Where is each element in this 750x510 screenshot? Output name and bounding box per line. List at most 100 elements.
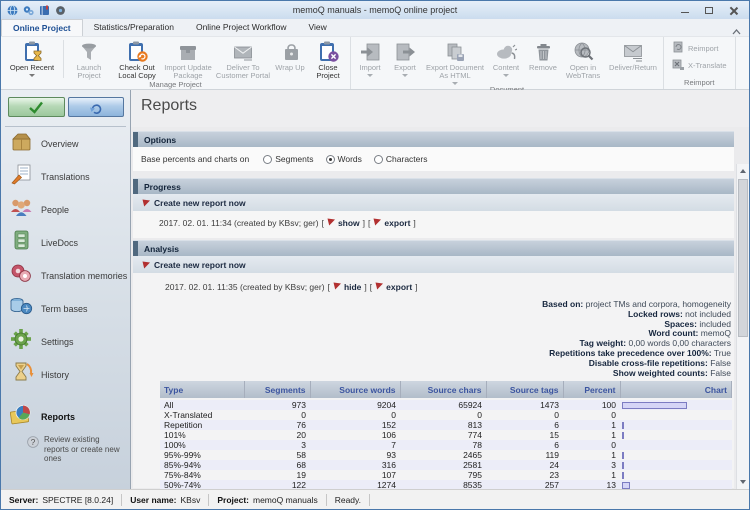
sidebar-item-translations[interactable]: Translations [1, 160, 130, 193]
window-title: memoQ manuals - memoQ online project [1, 5, 749, 15]
export-report-link[interactable]: export [384, 218, 410, 228]
import-update-package-button: Import Update Package [162, 38, 214, 80]
close-project-button[interactable]: Close Project [308, 38, 348, 80]
sidebar-item-reports[interactable]: Reports [1, 400, 130, 433]
ribbon-group-reimport: Reimport X-Translate Reimport [664, 37, 736, 89]
deliver-to-customer-portal-button: Deliver To Customer Portal [214, 38, 272, 80]
envelope-icon [232, 39, 254, 64]
percent-bar [622, 452, 624, 459]
reimport-button: Reimport [672, 41, 727, 55]
words-radio-icon[interactable] [326, 155, 335, 164]
minimize-button[interactable] [673, 1, 697, 19]
status-project: Project:memoQ manuals [209, 494, 326, 506]
status-user: User name:KBsv [122, 494, 209, 506]
red-marker-icon [142, 194, 150, 212]
deliver-return-button: Deliver/Return [605, 38, 661, 85]
open-in-webtrans-button: Open in WebTrans [561, 38, 605, 85]
confirm-button[interactable] [8, 97, 65, 117]
resource-console-icon[interactable] [39, 5, 50, 16]
import-document-icon [359, 39, 381, 64]
progress-create-report-link[interactable]: Create new report now [133, 194, 734, 211]
tab-statistics-preparation[interactable]: Statistics/Preparation [83, 19, 185, 36]
launch-project-button: Launch Project [66, 38, 112, 80]
sidebar-item-history[interactable]: History [1, 358, 130, 391]
x-translate-button: X-Translate [672, 58, 727, 72]
percent-bar [622, 472, 624, 479]
analysis-body: 2017. 02. 01. 11:35 (created by KBsv; ge… [133, 273, 734, 488]
show-report-link[interactable]: show [338, 218, 360, 228]
table-row: 100%377860 [160, 440, 732, 450]
export-html-icon [444, 39, 466, 64]
col-header-chart[interactable]: Chart [620, 381, 732, 399]
export-analysis-link[interactable]: export [386, 282, 412, 292]
analysis-create-report-link[interactable]: Create new report now [133, 256, 734, 273]
radio-characters[interactable]: Characters [374, 154, 428, 164]
scroll-down-button[interactable] [737, 475, 749, 489]
livedocs-cabinet-icon [9, 229, 34, 256]
vertical-scrollbar[interactable] [736, 164, 749, 489]
sidebar-item-term-bases[interactable]: Term bases [1, 292, 130, 325]
col-header-percent[interactable]: Percent [563, 381, 620, 399]
sidebar-item-overview[interactable]: Overview [1, 127, 130, 160]
reports-description: ? Review existing reports or create new … [1, 433, 130, 464]
maximize-button[interactable] [697, 1, 721, 19]
characters-radio-icon[interactable] [374, 155, 383, 164]
col-header-source-tags[interactable]: Source tags [486, 381, 563, 399]
ribbon-group-document: Import Export Export Document As HTML Co… [351, 37, 664, 89]
memoq-globe-icon[interactable] [7, 5, 18, 16]
radio-words[interactable]: Words [326, 154, 362, 164]
sidebar-item-translation-memories[interactable]: Translation memories [1, 259, 130, 292]
sidebar-item-people[interactable]: People [1, 193, 130, 226]
tab-online-project-workflow[interactable]: Online Project Workflow [185, 19, 298, 36]
col-header-segments[interactable]: Segments [244, 381, 310, 399]
trash-icon [532, 39, 554, 64]
help-icon: ? [27, 435, 39, 464]
open-recent-button[interactable]: Open Recent [3, 38, 61, 80]
table-row: 75%-84%19107795231 [160, 470, 732, 480]
export-dropdown-icon [402, 74, 408, 77]
percent-bar [622, 462, 624, 469]
col-header-type[interactable]: Type [160, 381, 244, 399]
table-row: All9739204659241473100 [160, 399, 732, 410]
hide-report-link[interactable]: hide [344, 282, 361, 292]
reports-pie-chart-icon [9, 403, 34, 430]
red-marker-icon [333, 282, 341, 292]
checkmark-icon [27, 100, 45, 114]
status-server: Server:SPECTRE [8.0.24] [1, 494, 122, 506]
check-out-clipboard-icon [126, 39, 149, 64]
refresh-button[interactable] [68, 97, 125, 117]
col-header-source-words[interactable]: Source words [310, 381, 400, 399]
translations-document-icon [9, 163, 34, 190]
x-translate-icon [672, 58, 684, 72]
col-header-source-chars[interactable]: Source chars [400, 381, 486, 399]
red-marker-icon [373, 218, 381, 228]
analysis-panel: Analysis Create new report now 2017. 02.… [133, 240, 734, 488]
chevron-down-icon [740, 480, 746, 484]
analysis-report-entry: 2017. 02. 01. 11:35 (created by KBsv; ge… [165, 282, 418, 292]
svg-text:?: ? [31, 437, 36, 447]
radio-segments[interactable]: Segments [263, 154, 313, 164]
tab-view[interactable]: View [298, 19, 338, 36]
analysis-header: Analysis [133, 240, 734, 256]
analysis-table-header-row: Type Segments Source words Source chars … [160, 381, 732, 399]
red-marker-icon [142, 256, 150, 274]
import-dropdown-icon [367, 74, 373, 77]
options-gear-icon[interactable] [55, 5, 66, 16]
tab-online-project[interactable]: Online Project [1, 19, 83, 36]
options-header: Options [133, 131, 734, 147]
import-button: Import [353, 38, 387, 85]
server-gears-icon[interactable] [23, 5, 34, 16]
sidebar-item-settings[interactable]: Settings [1, 325, 130, 358]
group-label-reimport: Reimport [664, 78, 735, 89]
progress-body: 2017. 02. 01. 11:34 (created by KBsv; ge… [133, 211, 734, 238]
scroll-up-button[interactable] [737, 164, 749, 178]
close-button[interactable] [721, 1, 745, 19]
scrollbar-thumb[interactable] [738, 179, 748, 337]
sidebar-item-livedocs[interactable]: LiveDocs [1, 226, 130, 259]
content-button: Content [487, 38, 525, 85]
segments-radio-icon[interactable] [263, 155, 272, 164]
check-out-local-copy-button[interactable]: Check Out Local Copy [112, 38, 162, 80]
ribbon-tab-row: Online Project Statistics/Preparation On… [1, 19, 749, 37]
reports-content: Options Base percents and charts on Segm… [131, 127, 749, 489]
history-hourglass-icon [9, 361, 34, 388]
